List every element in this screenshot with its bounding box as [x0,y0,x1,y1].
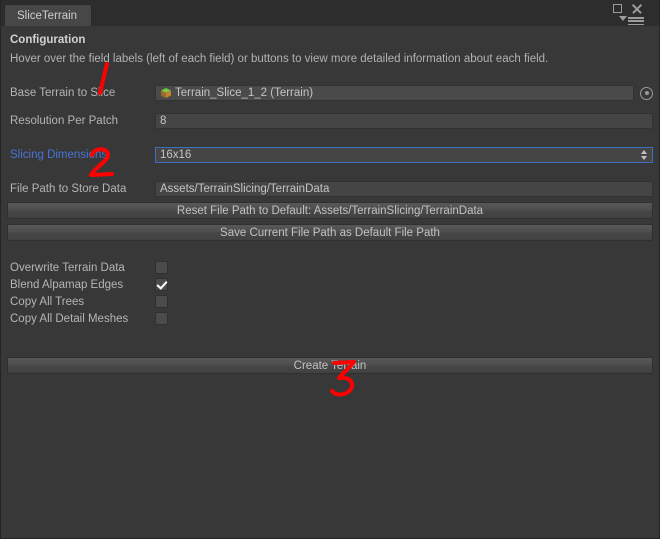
save-file-path-label: Save Current File Path as Default File P… [220,226,440,239]
row-file-path: File Path to Store Data Assets/TerrainSl… [7,181,653,197]
label-overwrite-terrain-data: Overwrite Terrain Data [10,261,125,274]
label-file-path: File Path to Store Data [10,183,127,195]
page-title: Configuration [10,34,86,46]
slicing-dimensions-value: 16x16 [160,149,192,161]
close-x-icon[interactable] [631,3,642,14]
base-terrain-object-field[interactable]: Terrain_Slice_1_2 (Terrain) [155,85,634,101]
checkbox-blend-alpamap-edges[interactable] [155,278,168,291]
terrain-cube-icon [160,87,172,99]
editor-window: SliceTerrain Configuration Hover over th… [0,0,660,539]
tab-label: SliceTerrain [17,9,78,22]
create-terrain-label: Create Terrain [293,359,367,372]
file-path-value: Assets/TerrainSlicing/TerrainData [160,183,330,195]
maximize-square-icon[interactable] [613,4,622,13]
label-blend-alpamap-edges: Blend Alpamap Edges [10,278,124,291]
create-terrain-button[interactable]: Create Terrain [7,357,653,374]
row-base-terrain: Base Terrain to Slice Terrain_Slice_1_2 … [7,85,653,101]
checkbox-copy-all-detail-meshes[interactable] [155,312,168,325]
window-controls [610,3,654,26]
row-resolution-per-patch: Resolution Per Patch 8 [7,113,653,129]
slicing-dimensions-dropdown[interactable]: 16x16 [155,147,653,163]
configuration-panel: Configuration Hover over the field label… [1,34,659,374]
checkbox-copy-all-trees[interactable] [155,295,168,308]
toggle-row-copy-all-trees: Copy All Trees [7,293,653,310]
reset-file-path-label: Reset File Path to Default: Assets/Terra… [176,204,484,217]
tab-bar: SliceTerrain [1,0,659,26]
save-file-path-button[interactable]: Save Current File Path as Default File P… [7,224,653,241]
hamburger-menu-icon[interactable] [628,17,644,26]
label-copy-all-detail-meshes: Copy All Detail Meshes [10,312,129,325]
base-terrain-value: Terrain_Slice_1_2 (Terrain) [175,87,314,99]
label-base-terrain: Base Terrain to Slice [10,87,116,99]
resolution-per-patch-input[interactable]: 8 [155,113,653,129]
filter-triangle-icon[interactable] [619,16,627,21]
row-slicing-dimensions: Slicing Dimensions 16x16 [7,147,653,163]
object-picker-icon[interactable] [640,86,653,100]
hint-text: Hover over the field labels (left of eac… [10,53,549,65]
create-terrain-wrap: Create Terrain [7,357,653,374]
tab-slice-terrain[interactable]: SliceTerrain [4,4,93,26]
toggle-row-copy-all-detail-meshes: Copy All Detail Meshes [7,310,653,327]
popup-arrows-icon [641,150,648,160]
label-copy-all-trees: Copy All Trees [10,295,85,308]
reset-file-path-button[interactable]: Reset File Path to Default: Assets/Terra… [7,202,653,219]
label-slicing-dimensions[interactable]: Slicing Dimensions [7,149,155,161]
checkbox-overwrite-terrain-data[interactable] [155,261,168,274]
label-resolution-per-patch: Resolution Per Patch [10,115,119,127]
toggle-row-overwrite-terrain-data: Overwrite Terrain Data [7,259,653,276]
resolution-per-patch-value: 8 [160,115,167,127]
toggle-row-blend-alpamap-edges: Blend Alpamap Edges [7,276,653,293]
file-path-input[interactable]: Assets/TerrainSlicing/TerrainData [155,181,653,197]
toggle-group: Overwrite Terrain Data Blend Alpamap Edg… [7,259,653,327]
